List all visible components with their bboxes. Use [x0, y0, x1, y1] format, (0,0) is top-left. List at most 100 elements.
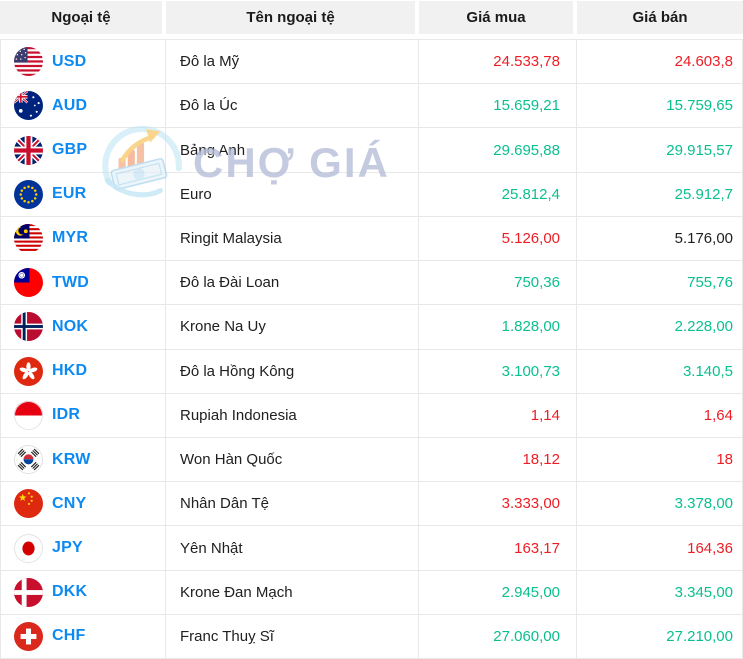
column-header-currency: Ngoại tệ: [0, 1, 166, 34]
currency-cell: GBP: [1, 128, 166, 172]
currency-name: Nhân Dân Tệ: [166, 482, 419, 526]
table-body: USD Đô la Mỹ 24.533,78 24.603,8 AUD Đô l…: [0, 39, 743, 659]
currency-name: Rupiah Indonesia: [166, 393, 419, 437]
flag-nok-icon: [14, 312, 43, 342]
sell-price: 25.912,7: [674, 185, 733, 203]
currency-name: Đô la Mỹ: [166, 40, 419, 84]
flag-twd-icon: [14, 268, 43, 298]
currency-code-link[interactable]: IDR: [52, 406, 80, 424]
currency-code-link[interactable]: TWD: [52, 274, 89, 292]
currency-name: Ringit Malaysia: [166, 216, 419, 261]
buy-price: 5.126,00: [419, 216, 577, 261]
flag-dkk-icon: [14, 577, 43, 607]
column-header-buy-price: Giá mua: [419, 1, 577, 34]
table-row: DKK Krone Đan Mạch 2.945,00 3.345,00: [1, 569, 742, 614]
flag-cny-icon: [14, 489, 43, 519]
sell-price: 3.140,5: [682, 362, 733, 380]
currency-cell: EUR: [1, 172, 166, 216]
sell-price: 164,36: [687, 539, 733, 557]
buy-price: 1.828,00: [419, 305, 577, 349]
currency-cell: CHF: [1, 614, 166, 659]
currency-code-link[interactable]: CHF: [52, 627, 85, 645]
buy-price: 29.695,88: [419, 128, 577, 172]
sell-price: 755,76: [687, 274, 733, 292]
flag-hkd-icon: [14, 356, 43, 386]
table-row: CHF Franc Thuỵ Sĩ 27.060,00 27.210,00: [1, 613, 742, 659]
currency-code-link[interactable]: JPY: [52, 539, 83, 557]
exchange-rate-table: Ngoại tệ Tên ngoại tệ Giá mua Giá bán US…: [0, 0, 743, 659]
table-row: NOK Krone Na Uy 1.828,00 2.228,00: [1, 304, 742, 349]
currency-code-link[interactable]: CNY: [52, 495, 86, 513]
table-row: HKD Đô la Hồng Kông 3.100,73 3.140,5: [1, 348, 742, 393]
currency-code-link[interactable]: DKK: [52, 583, 87, 601]
sell-price: 3.378,00: [674, 495, 733, 513]
table-header: Ngoại tệ Tên ngoại tệ Giá mua Giá bán: [0, 1, 743, 34]
sell-price: 18: [716, 451, 733, 469]
flag-eur-icon: [14, 179, 43, 209]
column-header-sell-price: Giá bán: [577, 1, 743, 34]
buy-price: 24.533,78: [419, 40, 577, 84]
currency-name: Krone Đan Mạch: [166, 570, 419, 614]
currency-cell: DKK: [1, 570, 166, 614]
currency-code-link[interactable]: AUD: [52, 97, 87, 115]
sell-price: 3.345,00: [674, 583, 733, 601]
table-row: TWD Đô la Đài Loan 750,36 755,76: [1, 260, 742, 305]
buy-price: 25.812,4: [419, 172, 577, 216]
currency-code-link[interactable]: EUR: [52, 185, 86, 203]
currency-cell: HKD: [1, 349, 166, 393]
currency-cell: MYR: [1, 216, 166, 261]
table-row: JPY Yên Nhật 163,17 164,36: [1, 525, 742, 570]
table-row: USD Đô la Mỹ 24.533,78 24.603,8: [1, 39, 742, 84]
sell-price: 15.759,65: [666, 97, 733, 115]
table-row: MYR Ringit Malaysia 5.126,00 5.176,00: [1, 215, 742, 261]
currency-cell: KRW: [1, 437, 166, 482]
buy-price: 27.060,00: [419, 614, 577, 659]
flag-aud-icon: [14, 91, 43, 121]
buy-price: 3.333,00: [419, 482, 577, 526]
currency-name: Đô la Hồng Kông: [166, 349, 419, 393]
flag-usd-icon: [14, 47, 43, 77]
currency-name: Bảng Anh: [166, 128, 419, 172]
buy-price: 1,14: [419, 393, 577, 437]
page: { "colors": { "up": "#0abf8e", "down": "…: [0, 0, 743, 659]
currency-name: Yên Nhật: [166, 526, 419, 570]
buy-price: 750,36: [419, 261, 577, 305]
currency-name: Đô la Đài Loan: [166, 261, 419, 305]
flag-krw-icon: [14, 445, 43, 475]
currency-code-link[interactable]: KRW: [52, 451, 91, 469]
sell-price: 2.228,00: [674, 318, 733, 336]
table-row: AUD Đô la Úc 15.659,21 15.759,65: [1, 83, 742, 128]
currency-name: Đô la Úc: [166, 84, 419, 128]
flag-gbp-icon: [14, 135, 43, 165]
currency-code-link[interactable]: USD: [52, 53, 86, 71]
sell-price: 24.603,8: [674, 53, 733, 71]
flag-myr-icon: [14, 223, 43, 253]
flag-idr-icon: [14, 400, 43, 430]
column-header-currency-name: Tên ngoại tệ: [166, 1, 419, 34]
buy-price: 2.945,00: [419, 570, 577, 614]
currency-name: Krone Na Uy: [166, 305, 419, 349]
table-row: EUR Euro 25.812,4 25.912,7: [1, 171, 742, 216]
sell-price: 1,64: [703, 406, 733, 424]
currency-name: Euro: [166, 172, 419, 216]
currency-code-link[interactable]: NOK: [52, 318, 88, 336]
buy-price: 163,17: [419, 526, 577, 570]
currency-cell: JPY: [1, 526, 166, 570]
currency-cell: CNY: [1, 482, 166, 526]
currency-code-link[interactable]: HKD: [52, 362, 87, 380]
table-row: GBP Bảng Anh 29.695,88 29.915,57: [1, 127, 742, 172]
currency-cell: NOK: [1, 305, 166, 349]
table-row: CNY Nhân Dân Tệ 3.333,00 3.378,00: [1, 481, 742, 526]
buy-price: 15.659,21: [419, 84, 577, 128]
buy-price: 18,12: [419, 437, 577, 482]
currency-name: Franc Thuỵ Sĩ: [166, 614, 419, 659]
flag-jpy-icon: [14, 533, 43, 563]
currency-cell: TWD: [1, 261, 166, 305]
currency-code-link[interactable]: GBP: [52, 141, 87, 159]
currency-cell: AUD: [1, 84, 166, 128]
flag-chf-icon: [14, 621, 43, 651]
currency-cell: IDR: [1, 393, 166, 437]
currency-code-link[interactable]: MYR: [52, 229, 88, 247]
currency-cell: USD: [1, 40, 166, 84]
sell-price: 29.915,57: [666, 141, 733, 159]
